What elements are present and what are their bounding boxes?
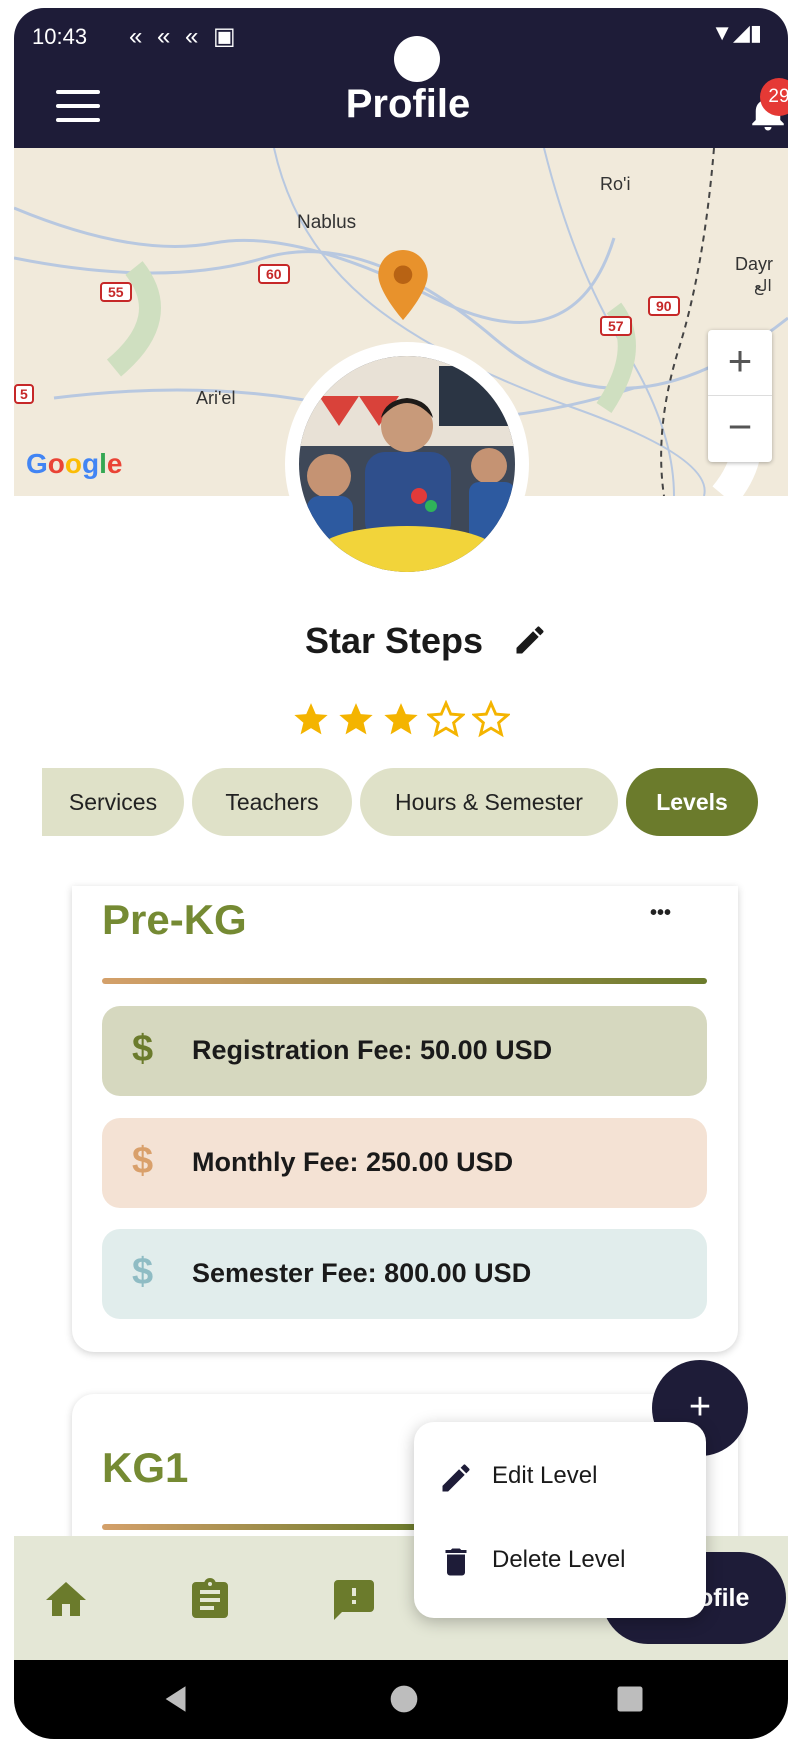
camera-cutout — [394, 36, 440, 82]
map-label-dayr: Dayr — [735, 254, 774, 274]
level-title: Pre-KG — [102, 896, 247, 943]
semester-fee-text: Semester Fee: 800.00 USD — [192, 1258, 532, 1288]
delete-level-menu-item[interactable]: Delete Level — [414, 1520, 706, 1604]
dollar-icon: $ — [132, 1140, 154, 1182]
semester-fee-row: $ Semester Fee: 800.00 USD — [102, 1229, 707, 1319]
profile-avatar — [285, 342, 529, 586]
level-title: KG1 — [102, 1444, 189, 1491]
back-icon[interactable] — [160, 1682, 194, 1716]
trash-icon — [445, 1548, 467, 1576]
clipboard-icon[interactable] — [186, 1576, 234, 1624]
feedback-icon[interactable] — [330, 1576, 378, 1624]
dollar-icon: $ — [132, 1251, 154, 1293]
system-navigation-bar — [14, 1660, 788, 1739]
home-icon[interactable] — [42, 1576, 90, 1624]
level-divider — [102, 1524, 422, 1530]
home-circle-icon[interactable] — [388, 1683, 420, 1715]
edit-level-menu-item[interactable]: Edit Level — [414, 1436, 706, 1520]
school-name: Star Steps — [304, 620, 484, 661]
recents-icon[interactable] — [615, 1684, 645, 1714]
status-signal-battery-icons: ▼◢▮ — [711, 20, 762, 45]
zoom-in-button[interactable]: + — [708, 330, 772, 396]
profile-tabs: Services Teachers Hours & Semester Level… — [0, 768, 788, 838]
status-notification-icons: « « « ▣ — [129, 23, 240, 50]
tab-hours-semester[interactable]: Hours & Semester — [360, 768, 618, 836]
edit-name-pencil-icon[interactable] — [512, 622, 548, 658]
star-filled-icon — [384, 703, 418, 735]
map-label-roi: Ro'i — [600, 174, 631, 194]
road-sign-5: 5 — [14, 384, 34, 404]
delete-level-label: Delete Level — [492, 1546, 626, 1573]
school-photo — [299, 356, 515, 572]
star-filled-icon — [339, 703, 373, 735]
google-logo: Google — [26, 448, 123, 479]
star-outline-icon — [427, 700, 465, 738]
level-more-options-icon[interactable]: ••• — [650, 902, 671, 925]
map-pin-icon[interactable] — [378, 250, 428, 320]
status-time: 10:43 — [32, 24, 88, 49]
level-divider — [102, 978, 707, 984]
road-sign-55: 55 — [100, 282, 132, 302]
registration-fee-text: Registration Fee: 50.00 USD — [192, 1035, 553, 1065]
page-title: Profile — [345, 82, 471, 126]
road-sign-90: 90 — [648, 296, 680, 316]
tab-levels[interactable]: Levels — [626, 768, 758, 836]
edit-level-label: Edit Level — [492, 1462, 598, 1489]
road-sign-57: 57 — [600, 316, 632, 336]
registration-fee-row: $ Registration Fee: 50.00 USD — [102, 1006, 707, 1096]
map-zoom-controls: + − — [708, 330, 772, 462]
app-frame: 10:43 « « « ▣ ▼◢▮ Profile 29 Ro'i Nablus… — [0, 0, 788, 1739]
map-label-nablus: Nablus — [297, 212, 357, 233]
road-sign-60: 60 — [258, 264, 290, 284]
rating-stars — [292, 700, 512, 740]
tab-teachers[interactable]: Teachers — [192, 768, 352, 836]
monthly-fee-row: $ Monthly Fee: 250.00 USD — [102, 1118, 707, 1208]
star-filled-icon — [294, 703, 328, 735]
map-label-arabic: الع — [754, 278, 772, 295]
map-label-ariel: Ari'el — [196, 388, 236, 408]
zoom-out-button[interactable]: − — [708, 396, 772, 462]
top-app-bar: 10:43 « « « ▣ ▼◢▮ Profile 29 — [14, 8, 788, 148]
tab-services[interactable]: Services — [42, 768, 184, 836]
dollar-icon: $ — [132, 1028, 154, 1070]
edit-pencil-icon — [442, 1464, 470, 1492]
monthly-fee-text: Monthly Fee: 250.00 USD — [192, 1147, 514, 1177]
star-outline-icon — [472, 700, 510, 738]
level-options-menu: Edit Level Delete Level — [414, 1422, 706, 1618]
